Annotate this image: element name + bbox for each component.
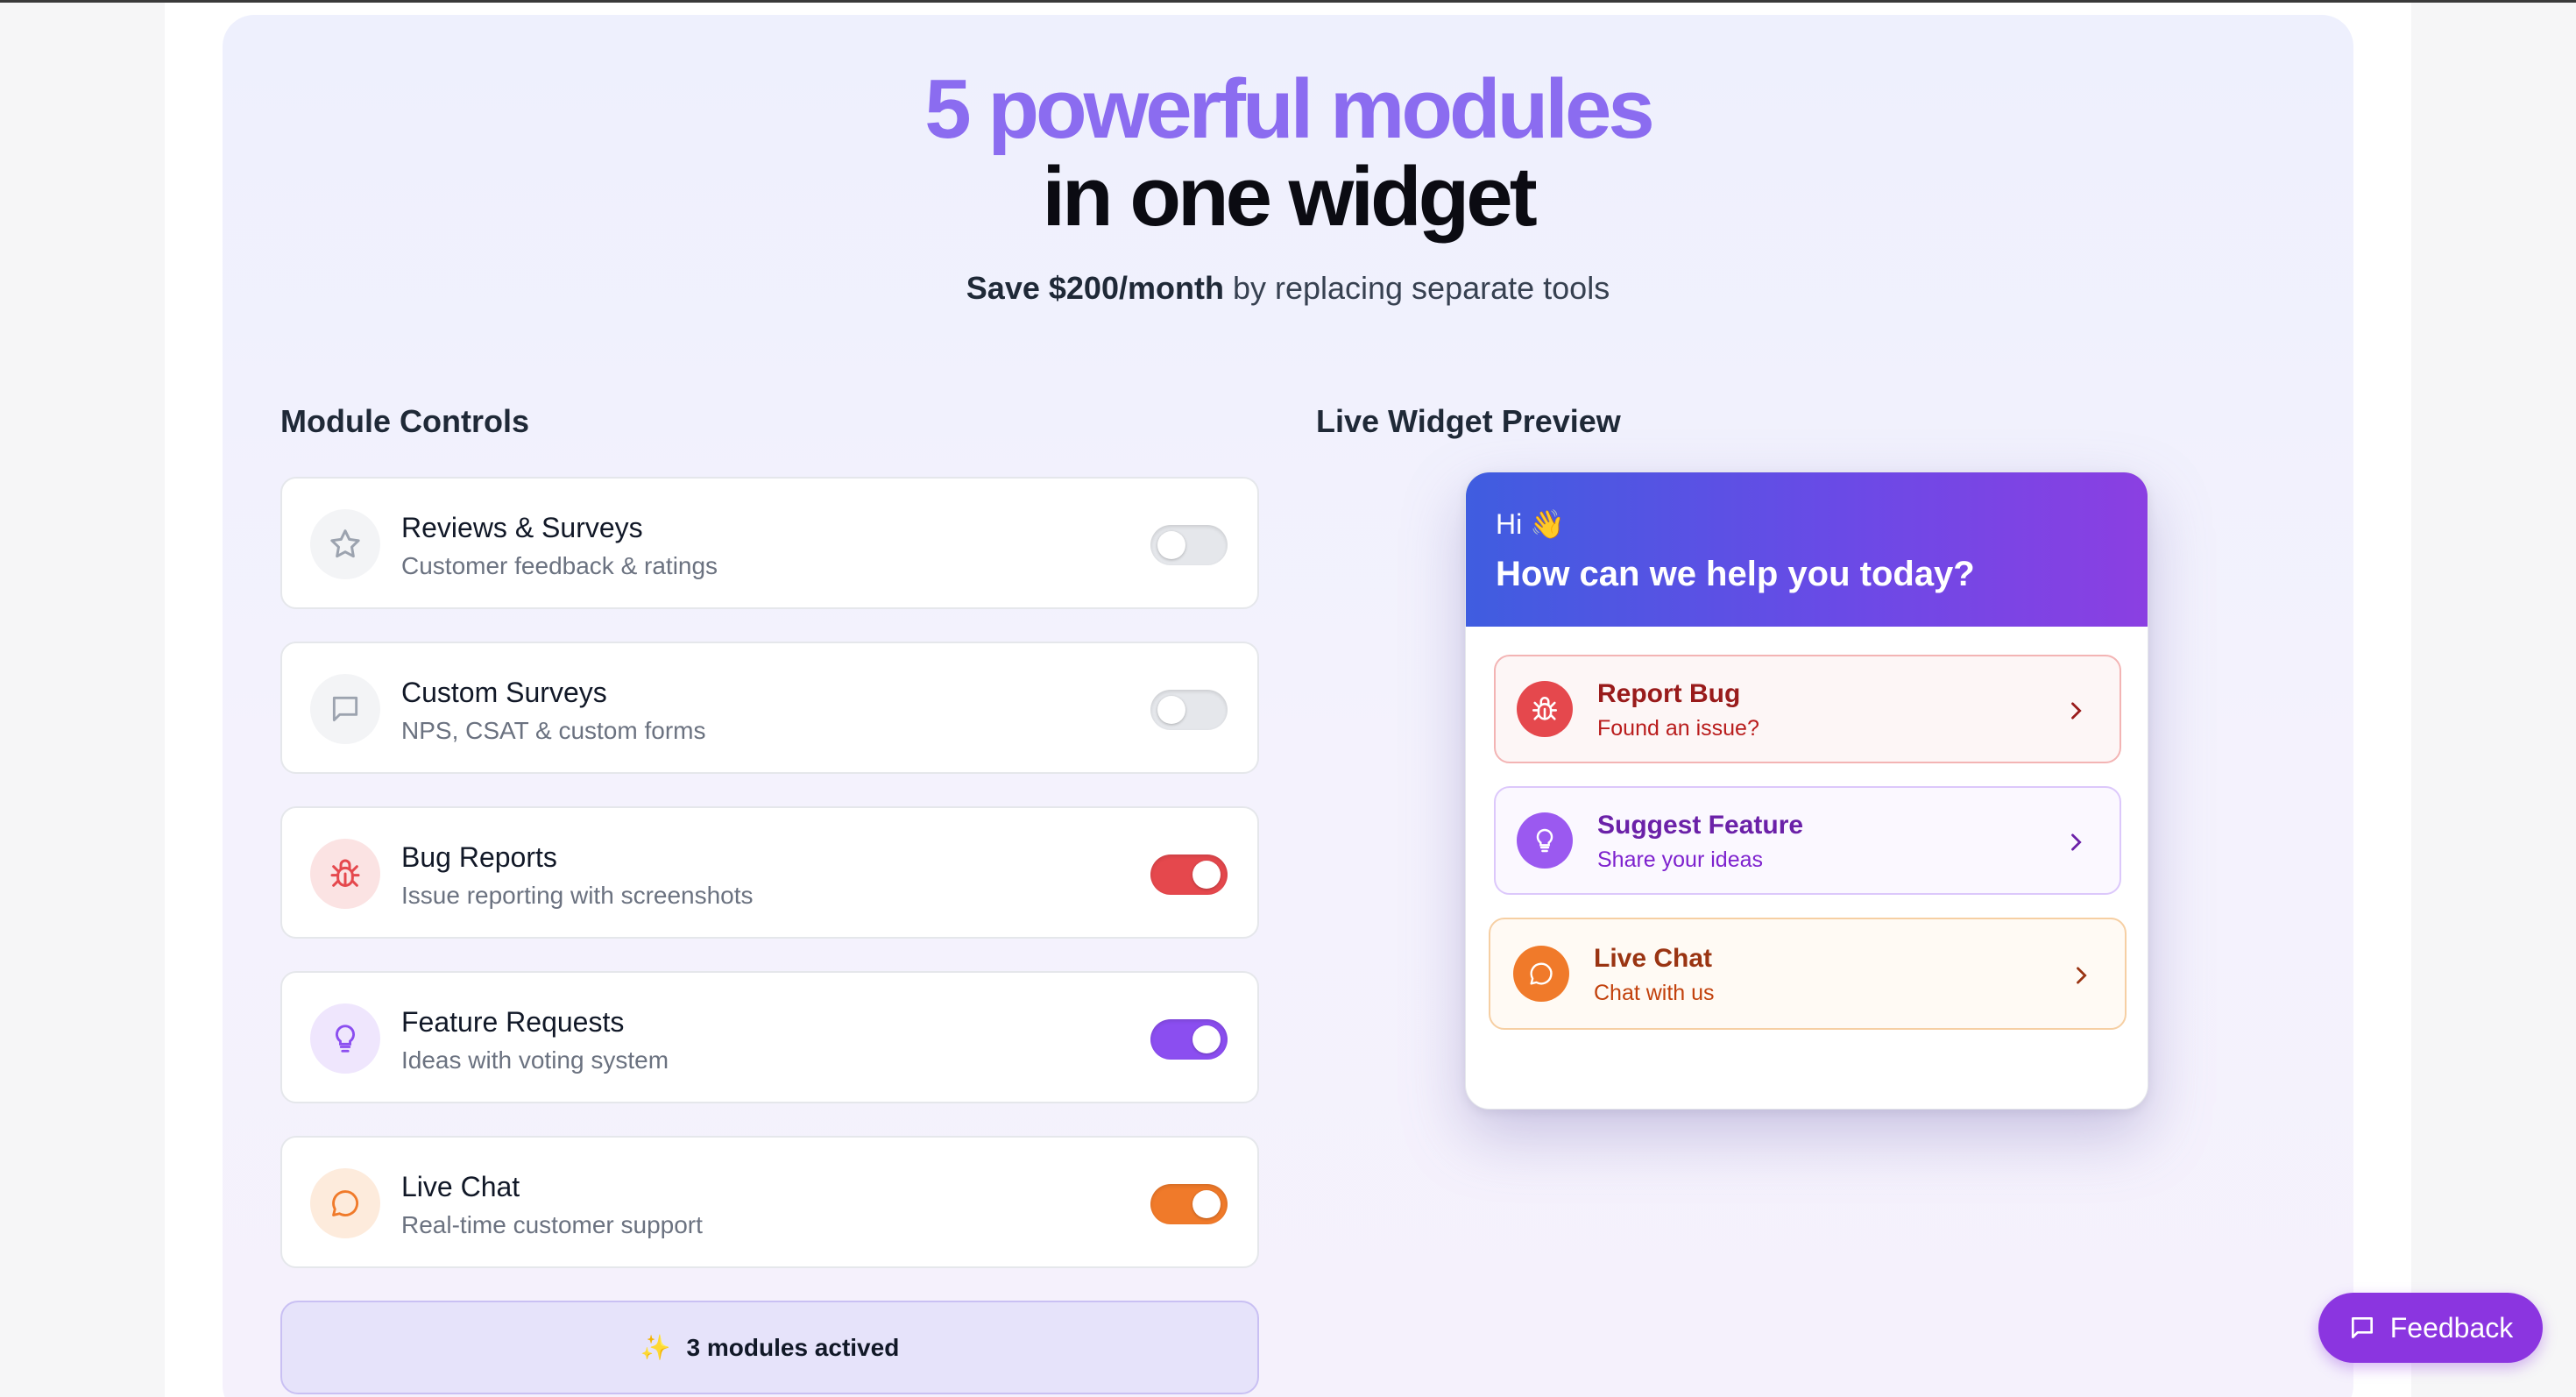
widget-option-subtitle: Found an issue? xyxy=(1597,716,1759,741)
bug-icon xyxy=(310,839,380,909)
widget-option-subtitle: Share your ideas xyxy=(1597,847,1764,872)
widget-option-report-bug[interactable]: Report Bug Found an issue? xyxy=(1494,655,2121,763)
hero-title-line2: in one widget xyxy=(1042,150,1537,244)
message-square-icon xyxy=(310,674,380,744)
toggle-knob xyxy=(1192,1190,1221,1218)
module-title: Live Chat xyxy=(401,1171,520,1202)
live-preview-heading: Live Widget Preview xyxy=(1316,403,1621,439)
module-description: Customer feedback & ratings xyxy=(401,552,718,579)
bug-reports-toggle[interactable] xyxy=(1150,855,1228,895)
module-description: Issue reporting with screenshots xyxy=(401,882,754,909)
modules-active-count: 3 modules actived xyxy=(686,1333,900,1361)
chat-bubble-icon xyxy=(1513,946,1569,1002)
widget-greeting: Hi 👋 xyxy=(1496,508,1565,540)
star-icon xyxy=(310,509,380,579)
feature-requests-toggle[interactable] xyxy=(1150,1019,1228,1060)
module-title: Feature Requests xyxy=(401,1006,625,1038)
chat-bubble-icon xyxy=(310,1168,380,1238)
widget-header: Hi 👋 How can we help you today? xyxy=(1466,472,2148,627)
module-controls-heading: Module Controls xyxy=(280,403,529,439)
bug-icon xyxy=(1517,681,1573,737)
hero-subtitle: Save $200/month by replacing separate to… xyxy=(0,270,2576,307)
module-card-reviews: Reviews & Surveys Customer feedback & ra… xyxy=(280,477,1259,609)
feedback-button-label: Feedback xyxy=(2389,1311,2514,1344)
module-description: Real-time customer support xyxy=(401,1211,703,1238)
chevron-right-icon xyxy=(2077,967,2087,984)
module-description: NPS, CSAT & custom forms xyxy=(401,717,706,744)
feedback-button[interactable]: Feedback xyxy=(2318,1293,2543,1363)
live-chat-toggle[interactable] xyxy=(1150,1184,1228,1224)
module-card-live-chat: Live Chat Real-time customer support xyxy=(280,1136,1259,1268)
module-card-custom-surveys: Custom Surveys NPS, CSAT & custom forms xyxy=(280,642,1259,774)
toggle-knob xyxy=(1157,531,1185,559)
modules-active-summary: ✨ 3 modules actived xyxy=(280,1301,1259,1394)
widget-question: How can we help you today? xyxy=(1496,555,1975,593)
toggle-knob xyxy=(1157,696,1185,724)
chevron-right-icon xyxy=(2071,833,2082,851)
widget-option-subtitle: Chat with us xyxy=(1594,981,1715,1005)
lightbulb-icon xyxy=(310,1003,380,1074)
hero-subtitle-rest: by replacing separate tools xyxy=(1223,270,1610,306)
module-title: Custom Surveys xyxy=(401,677,607,708)
widget-option-suggest-feature[interactable]: Suggest Feature Share your ideas xyxy=(1494,786,2121,895)
module-description: Ideas with voting system xyxy=(401,1046,669,1074)
widget-preview: Hi 👋 How can we help you today? Report B… xyxy=(1465,472,2148,1110)
hero-title-line1: 5 powerful modules xyxy=(924,62,1654,156)
custom-surveys-toggle[interactable] xyxy=(1150,690,1228,730)
module-title: Reviews & Surveys xyxy=(401,512,643,543)
module-title: Bug Reports xyxy=(401,841,557,873)
sparkles-icon: ✨ xyxy=(640,1334,671,1361)
widget-option-title: Suggest Feature xyxy=(1597,811,1804,840)
widget-option-title: Live Chat xyxy=(1594,944,1713,973)
widget-option-live-chat[interactable]: Live Chat Chat with us xyxy=(1489,918,2127,1030)
widget-option-title: Report Bug xyxy=(1597,679,1741,708)
message-square-icon xyxy=(2351,1317,2373,1338)
toggle-knob xyxy=(1192,1025,1221,1053)
chevron-right-icon xyxy=(2071,702,2082,720)
hero-subtitle-bold: Save $200/month xyxy=(966,270,1224,306)
module-card-feature-requests: Feature Requests Ideas with voting syste… xyxy=(280,971,1259,1103)
lightbulb-icon xyxy=(1517,812,1573,869)
reviews-toggle[interactable] xyxy=(1150,525,1228,565)
module-card-bug-reports: Bug Reports Issue reporting with screens… xyxy=(280,806,1259,939)
toggle-knob xyxy=(1192,861,1221,889)
